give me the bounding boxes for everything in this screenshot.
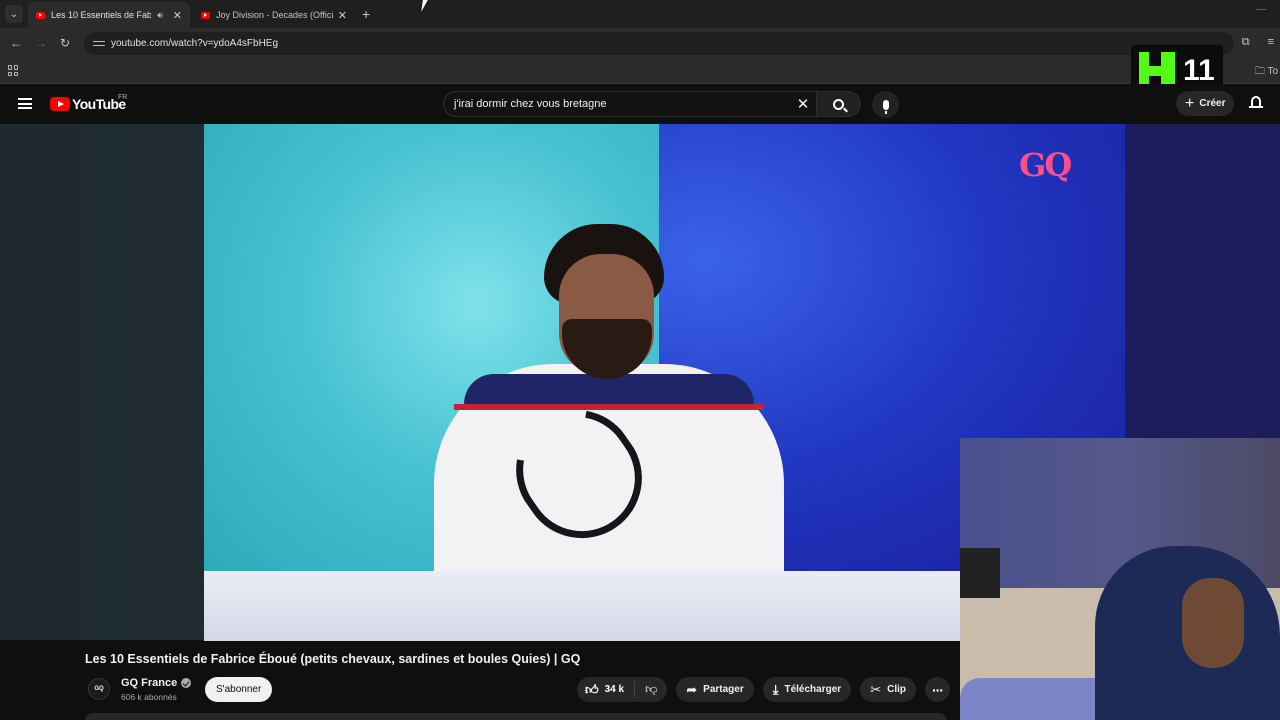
dislike-button[interactable]: 👎︎ bbox=[635, 682, 667, 697]
tab-search-button[interactable]: ⌄ bbox=[5, 5, 23, 23]
tab-joy-division[interactable]: Joy Division - Decades (Official ✕ bbox=[193, 2, 355, 28]
download-button[interactable]: ⤓ Télécharger bbox=[762, 677, 852, 702]
video-actions: 👍︎ 34 k 👎︎ ➦ Partager ⤓ Télécharger ✂ Cl… bbox=[577, 677, 950, 702]
browser-toolbar: ← → ↻ youtube.com/watch?v=ydoA4sFbHEg ⧉ … bbox=[0, 28, 1280, 58]
address-bar[interactable]: youtube.com/watch?v=ydoA4sFbHEg bbox=[84, 32, 1234, 55]
close-tab-icon[interactable]: ✕ bbox=[173, 9, 182, 22]
clear-search-icon[interactable]: ✕ bbox=[790, 95, 816, 113]
bookmark-folder[interactable]: 🗀︎ To bbox=[1255, 64, 1278, 81]
menu-icon[interactable]: ≡ bbox=[1268, 36, 1274, 49]
extensions-icon[interactable]: ⧉ bbox=[1242, 36, 1250, 49]
channel-name: GQ France bbox=[121, 677, 178, 689]
bookmarks-bar: 🗀︎ To bbox=[0, 58, 1280, 84]
youtube-play-icon bbox=[50, 97, 70, 111]
plus-icon: + bbox=[1185, 94, 1195, 112]
video-title: Les 10 Essentiels de Fabrice Éboué (peti… bbox=[85, 652, 581, 666]
guide-menu-icon[interactable] bbox=[18, 98, 32, 109]
url-text: youtube.com/watch?v=ydoA4sFbHEg bbox=[111, 38, 279, 49]
gq-watermark-logo: GQ bbox=[1019, 146, 1072, 184]
search-button[interactable] bbox=[816, 92, 860, 116]
close-tab-icon[interactable]: ✕ bbox=[338, 9, 347, 22]
like-button[interactable]: 👍︎ 34 k bbox=[577, 681, 636, 698]
reload-icon[interactable]: ↻ bbox=[60, 36, 70, 50]
browser-tab-strip: ⌄ Les 10 Essentiels de Fabrice 🔊︎ ✕ Joy … bbox=[0, 0, 1280, 28]
like-dislike-group: 👍︎ 34 k 👎︎ bbox=[577, 677, 668, 702]
clip-label: Clip bbox=[887, 684, 906, 695]
notifications-bell-icon[interactable] bbox=[1249, 96, 1263, 110]
streamer-webcam-overlay bbox=[960, 438, 1280, 720]
bookmark-folder-label: To bbox=[1267, 66, 1278, 77]
forward-arrow-icon[interactable]: → bbox=[35, 36, 47, 50]
search-box[interactable]: j'irai dormir chez vous bretagne ✕ bbox=[443, 91, 861, 117]
download-icon: ⤓ bbox=[772, 681, 779, 697]
new-tab-button[interactable]: + bbox=[362, 6, 370, 22]
youtube-logo[interactable]: YouTube bbox=[50, 96, 126, 112]
youtube-masthead: YouTube FR j'irai dormir chez vous breta… bbox=[0, 84, 1280, 124]
search-icon bbox=[833, 98, 844, 110]
description-box[interactable] bbox=[85, 713, 947, 720]
share-arrow-icon: ➦ bbox=[686, 681, 698, 697]
mouse-cursor-icon bbox=[421, 0, 433, 12]
tab-title: Joy Division - Decades (Official bbox=[216, 10, 334, 20]
youtube-favicon-icon bbox=[36, 11, 45, 19]
toolbar-actions: ⧉ ≡ bbox=[1242, 36, 1274, 49]
more-actions-icon[interactable]: ··· bbox=[924, 677, 950, 702]
thumbs-up-icon: 👍︎ bbox=[585, 681, 599, 697]
apps-grid-icon[interactable] bbox=[8, 65, 19, 76]
channel-avatar[interactable]: GQ bbox=[88, 678, 110, 700]
clip-button[interactable]: ✂ Clip bbox=[860, 677, 916, 702]
video-info-panel: Les 10 Essentiels de Fabrice Éboué (peti… bbox=[0, 641, 960, 720]
verified-badge-icon bbox=[181, 678, 192, 688]
subscriber-count: 606 k abonnés bbox=[121, 692, 177, 702]
tab-title: Les 10 Essentiels de Fabrice bbox=[51, 10, 152, 20]
video-frame-person bbox=[434, 224, 784, 594]
channel-name-link[interactable]: GQ France bbox=[121, 677, 192, 689]
create-button[interactable]: + Créer bbox=[1176, 91, 1235, 116]
tab-les-10-essentiels[interactable]: Les 10 Essentiels de Fabrice 🔊︎ ✕ bbox=[28, 2, 190, 28]
thumbs-down-icon: 👎︎ bbox=[645, 682, 658, 696]
back-arrow-icon[interactable]: ← bbox=[10, 36, 22, 50]
like-count: 34 k bbox=[604, 684, 625, 695]
speaker-icon[interactable]: 🔊︎ bbox=[157, 10, 163, 21]
microphone-icon bbox=[882, 99, 889, 114]
voice-search-button[interactable] bbox=[872, 91, 899, 118]
download-label: Télécharger bbox=[784, 684, 842, 695]
create-label: Créer bbox=[1199, 98, 1226, 109]
search-input[interactable]: j'irai dormir chez vous bretagne bbox=[444, 98, 790, 110]
subscribe-button[interactable]: S'abonner bbox=[205, 677, 273, 702]
youtube-favicon-icon bbox=[201, 11, 210, 19]
country-code: FR bbox=[118, 94, 128, 101]
screen: ⌄ Les 10 Essentiels de Fabrice 🔊︎ ✕ Joy … bbox=[0, 0, 1280, 720]
minimize-icon[interactable]: — bbox=[1256, 4, 1266, 15]
scissors-icon: ✂ bbox=[870, 681, 882, 697]
share-button[interactable]: ➦ Partager bbox=[676, 677, 754, 702]
share-label: Partager bbox=[703, 684, 744, 695]
kick-viewer-count: 11 bbox=[1183, 54, 1215, 87]
site-info-icon[interactable] bbox=[93, 39, 105, 49]
